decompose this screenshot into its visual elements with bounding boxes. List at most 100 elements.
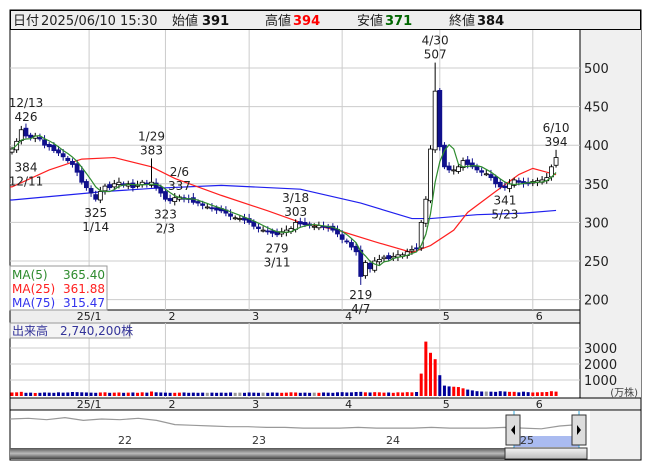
candle-down [502,185,508,189]
volume-bar [535,392,539,396]
volume-bar [359,391,363,396]
candle-up [204,206,210,209]
candle-up [409,249,415,252]
price-annotation: 384 [15,161,38,175]
volume-bar [554,391,558,396]
volume-bar [484,391,488,396]
candle-down [130,182,136,189]
volume-tick-label: 3000 [584,342,617,357]
volume-bar [52,392,56,396]
volume-tick-label: 1000 [584,374,617,389]
candle-down [200,203,206,206]
volume-bar [540,392,544,396]
volume-bar [396,392,400,396]
volume-bar [461,388,465,396]
price-annotation: 337 [168,179,191,193]
candle-down [358,249,364,277]
navigator-right-handle[interactable] [571,414,587,446]
time-tick-label: 2 [168,310,175,323]
candle-down [37,137,43,140]
candle-up [311,225,317,228]
price-annotation: 303 [284,205,307,219]
time-tick-label: 3 [252,310,259,323]
price-annotation: 4/7 [351,302,370,316]
candle-down [302,221,308,226]
candle-up [237,218,243,220]
volume-bar [238,392,242,396]
candle-down [60,153,66,158]
price-annotation: 2/6 [170,165,189,179]
scrollbar-track[interactable] [10,448,505,459]
candle-up [232,217,238,220]
navigator-left-handle[interactable] [505,414,521,446]
candle-down [93,194,99,200]
volume-bar [401,392,405,396]
candle-down [56,149,61,154]
volume-label: 出来高 2,740,200株 [12,323,133,338]
volume-bar [391,392,395,396]
candle-down [209,207,215,210]
volume-bar [410,392,414,396]
candle-down [386,255,392,260]
price-annotation: 5/23 [491,208,518,222]
candle-up [553,157,559,166]
volume-bar [187,392,191,396]
legend-ma25-value: 361.88 [63,282,105,296]
volume-bar [415,392,419,396]
candle-up [362,262,368,277]
candle-up [432,90,438,151]
candle-up [372,260,378,271]
candle-down [88,188,94,194]
time-tick-label: 3 [252,398,259,411]
candle-down [46,144,52,148]
price-annotation: 383 [140,143,163,157]
candle-up [97,191,103,201]
navigator[interactable]: 22 23 24 25 [9,409,642,461]
candle-down [516,180,522,183]
price-tick-label: 300 [584,216,609,231]
candle-up [455,166,461,172]
volume-bar [466,389,470,396]
volume-bar [531,392,535,396]
candle-up [423,198,429,224]
volume-bar [517,392,521,396]
time-tick-label: 6 [536,310,543,323]
candle-up [483,173,489,176]
price-annotation: 12/11 [9,175,44,189]
volume-tick-label: 2000 [584,358,617,373]
candle-down [228,213,233,217]
price-annotation: 6/10 [543,121,570,135]
price-annotation: 1/14 [82,220,109,234]
volume-bar [405,392,409,396]
volume-bar [494,391,498,396]
volume-bar [80,392,84,396]
volume-bar [261,392,265,396]
volume-bar [480,391,484,396]
volume-bar [15,392,19,396]
candle-down [214,207,220,211]
navigator-year-23: 23 [252,434,266,447]
candle-down [446,165,452,171]
volume-bar [308,392,312,396]
volume-bar [489,391,493,396]
volume-bar [243,392,246,396]
volume-bar [196,392,200,396]
price-annotation: 394 [545,135,568,149]
candle-down [79,170,85,183]
navigator-year-25: 25 [520,434,534,447]
candle-down [107,184,113,189]
volume-bar [122,392,126,396]
price-annotation: 507 [424,48,447,62]
volume-bar [229,392,233,396]
candle-down [51,144,57,152]
volume-bar [191,392,195,396]
scrollbar-thumb[interactable] [504,447,588,460]
volume-bar [312,392,316,396]
volume-bar [336,392,339,396]
volume-bar [382,392,386,396]
volume-unit: (万株) [610,386,638,399]
candle-up [102,185,108,192]
stock-chart-widget: 384 12/11 12/13 426 325 1/14 1/29 383 323 2/3 2/6 3… [0,0,653,470]
time-tick-label: 4 [345,398,352,411]
candle-up [9,148,15,153]
